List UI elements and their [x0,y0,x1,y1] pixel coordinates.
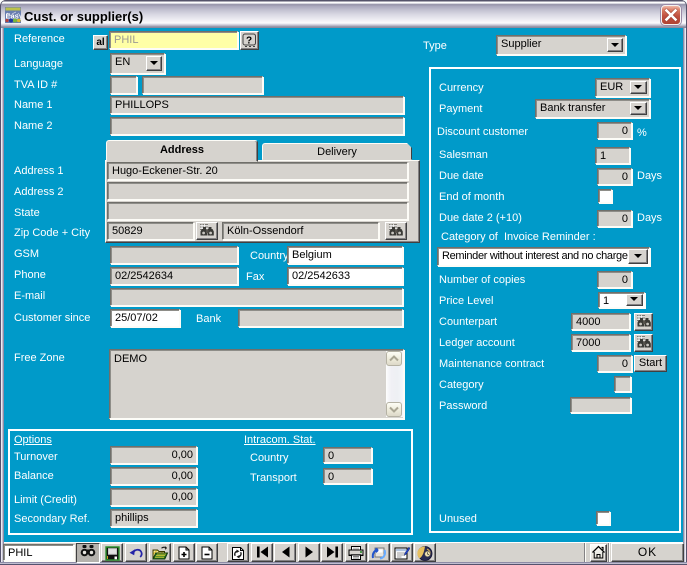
svg-text:?: ? [246,35,252,46]
